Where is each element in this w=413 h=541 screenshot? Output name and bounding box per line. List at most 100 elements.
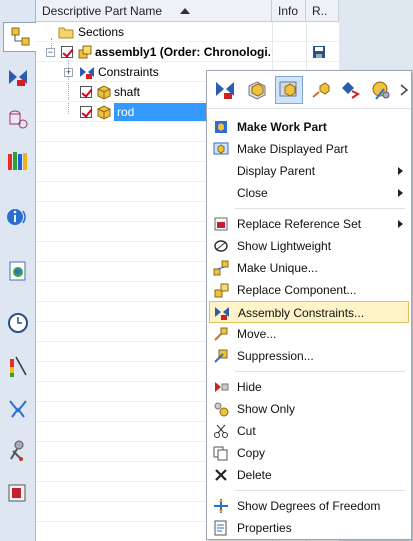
suppression-icon	[213, 348, 229, 364]
visibility-checkbox[interactable]	[80, 86, 92, 98]
make-unique-icon	[213, 260, 229, 276]
navigator-header: Descriptive Part Name Info R..	[36, 0, 339, 22]
menu-separator	[235, 490, 405, 491]
tree-row-assembly1[interactable]: − assembly1 (Order: Chronologi...	[36, 42, 339, 62]
column-header-descriptive-part-name[interactable]: Descriptive Part Name	[36, 0, 272, 22]
sections-folder-icon	[58, 25, 74, 42]
make-work-part-icon	[213, 119, 229, 135]
wave-icon[interactable]	[337, 76, 365, 104]
menu-item-label: Cut	[237, 424, 256, 438]
replace-component-icon[interactable]	[211, 76, 239, 104]
menu-item-properties[interactable]: Properties	[209, 517, 409, 539]
menu-item-label: Delete	[237, 468, 272, 482]
copy-icon	[213, 445, 229, 461]
assembly-icon	[77, 44, 93, 63]
submenu-arrow-icon	[398, 167, 403, 175]
hide-icon	[213, 379, 229, 395]
part-navigator-icon[interactable]	[3, 104, 33, 134]
menu-item-show-lightweight[interactable]: Show Lightweight	[209, 235, 409, 257]
assembly-load-icon[interactable]	[367, 76, 395, 104]
submenu-arrow-icon	[398, 220, 403, 228]
menu-item-label: Replace Component...	[237, 283, 357, 297]
menu-item-cut[interactable]: Cut	[209, 420, 409, 442]
menu-item-replace-component[interactable]: Replace Component...	[209, 279, 409, 301]
menu-separator	[235, 208, 405, 209]
pack-icon[interactable]	[243, 76, 271, 104]
move-component-icon[interactable]	[307, 76, 335, 104]
roles-icon[interactable]	[3, 478, 33, 508]
properties-icon	[213, 520, 229, 536]
menu-item-show-only[interactable]: Show Only	[209, 398, 409, 420]
resource-bar	[0, 0, 37, 541]
cut-icon	[213, 423, 229, 439]
menu-item-suppression[interactable]: Suppression...	[209, 345, 409, 367]
display-component-icon[interactable]	[275, 76, 303, 104]
delete-icon	[213, 467, 229, 483]
move-icon	[213, 326, 229, 342]
column-header-info[interactable]: Info	[272, 0, 306, 22]
menu-item-delete[interactable]: Delete	[209, 464, 409, 486]
hd3d-tools-icon[interactable]	[3, 202, 33, 232]
tree-row-label: Constraints	[98, 65, 159, 79]
close-icon[interactable]	[397, 76, 411, 104]
visibility-checkbox[interactable]	[61, 46, 73, 58]
show-only-icon	[213, 401, 229, 417]
menu-item-label: Show Degrees of Freedom	[237, 499, 381, 513]
column-header-label: R..	[312, 4, 328, 18]
column-header-reference-set[interactable]: R..	[306, 0, 339, 22]
tree-row-label: assembly1 (Order: Chronologi...	[95, 45, 270, 59]
menu-item-label: Make Displayed Part	[237, 142, 348, 156]
web-browser-icon[interactable]	[3, 256, 33, 286]
assembly-constraints-icon	[214, 305, 230, 321]
menu-item-label: Replace Reference Set	[237, 217, 362, 231]
menu-item-label: Copy	[237, 446, 266, 460]
menu-item-replace-reference-set[interactable]: Replace Reference Set	[209, 213, 409, 235]
column-header-label: Info	[278, 4, 299, 18]
reuse-library-icon[interactable]	[3, 146, 33, 176]
menu-item-label: Assembly Constraints...	[238, 306, 365, 320]
tree-row-sections[interactable]: Sections	[36, 22, 339, 42]
expand-icon[interactable]: +	[64, 68, 73, 77]
degrees-of-freedom-icon	[213, 498, 229, 514]
menu-item-hide[interactable]: Hide	[209, 376, 409, 398]
make-displayed-part-icon	[213, 141, 229, 157]
replace-component-icon	[213, 282, 229, 298]
menu-item-label: Suppression...	[237, 349, 314, 363]
constraint-navigator-icon[interactable]	[3, 62, 33, 92]
menu-item-make-displayed-part[interactable]: Make Displayed Part	[209, 138, 409, 160]
menu-separator	[235, 371, 405, 372]
menu-item-label: Properties	[237, 521, 292, 535]
sort-ascending-icon	[180, 8, 190, 14]
menu-item-label: Close	[237, 186, 268, 200]
menu-item-label: Display Parent	[237, 164, 316, 178]
menu-item-close[interactable]: Close	[209, 182, 409, 204]
replace-reference-set-icon	[213, 216, 229, 232]
menu-item-show-degrees-of-freedom[interactable]: Show Degrees of Freedom	[209, 495, 409, 517]
menu-item-label: Move...	[237, 327, 277, 341]
menu-item-move[interactable]: Move...	[209, 323, 409, 345]
system-materials-icon[interactable]	[3, 352, 33, 382]
menu-item-label: Show Lightweight	[237, 239, 332, 253]
menu-item-make-unique[interactable]: Make Unique...	[209, 257, 409, 279]
component-icon	[96, 84, 112, 103]
manufacturing-wizards-icon[interactable]	[3, 436, 33, 466]
menu-item-assembly-constraints[interactable]: Assembly Constraints...	[209, 301, 409, 323]
context-menu: Make Work Part Make Displayed Part Displ…	[206, 70, 412, 540]
tree-row-label: Sections	[78, 25, 125, 39]
assembly-navigator-icon[interactable]	[3, 22, 37, 52]
menu-item-label: Make Unique...	[237, 261, 318, 275]
menu-item-label: Show Only	[237, 402, 296, 416]
menu-item-make-work-part[interactable]: Make Work Part	[209, 116, 409, 138]
menu-item-display-parent[interactable]: Display Parent	[209, 160, 409, 182]
collapse-icon[interactable]: −	[46, 48, 55, 57]
menu-item-copy[interactable]: Copy	[209, 442, 409, 464]
history-icon[interactable]	[3, 308, 33, 338]
visibility-checkbox[interactable]	[80, 106, 92, 118]
lightweight-icon	[213, 238, 229, 254]
menu-item-label: Make Work Part	[237, 120, 327, 134]
submenu-arrow-icon	[398, 189, 403, 197]
menu-item-label: Hide	[237, 380, 262, 394]
tree-row-label: shaft	[114, 85, 141, 99]
component-icon	[96, 104, 112, 123]
process-studio-icon[interactable]	[3, 394, 33, 424]
